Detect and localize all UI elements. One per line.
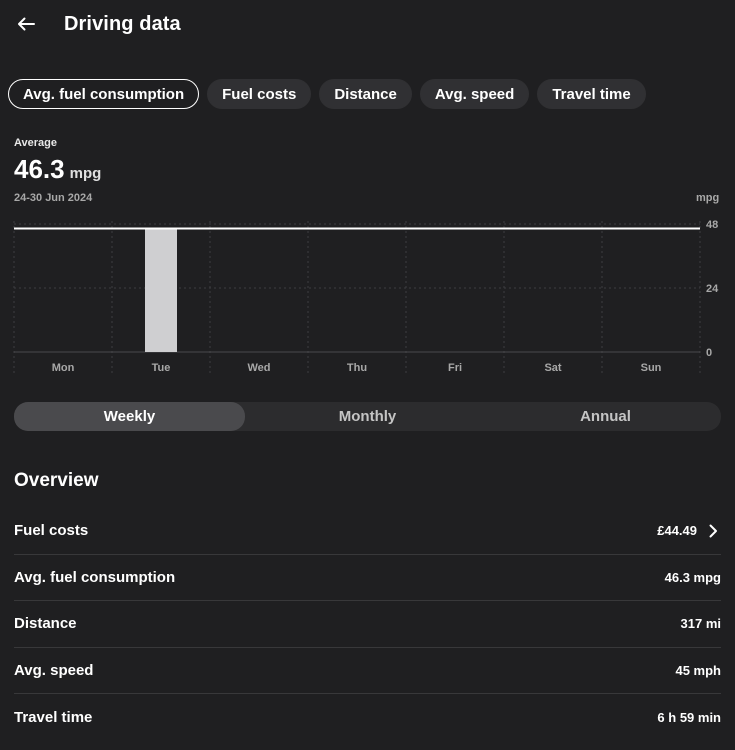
average-number: 46.3 bbox=[14, 154, 65, 184]
row-label: Avg. speed bbox=[14, 661, 94, 679]
period-selector: Weekly Monthly Annual bbox=[14, 402, 721, 431]
overview-row-distance: Distance 317 mi bbox=[14, 601, 721, 648]
overview-row-travel-time: Travel time 6 h 59 min bbox=[14, 694, 721, 741]
tab-avg-speed[interactable]: Avg. speed bbox=[419, 79, 530, 109]
overview-row-avg-speed: Avg. speed 45 mph bbox=[14, 648, 721, 694]
overview-title: Overview bbox=[14, 470, 99, 491]
row-label: Distance bbox=[14, 615, 77, 633]
average-unit: mpg bbox=[69, 165, 102, 182]
tab-annual[interactable]: Annual bbox=[490, 402, 721, 431]
y-tick-label: 0 bbox=[706, 347, 712, 359]
row-label: Avg. fuel consumption bbox=[14, 568, 176, 586]
tab-distance[interactable]: Distance bbox=[319, 79, 412, 109]
row-value: 317 mi bbox=[680, 616, 721, 632]
x-tick-label: Tue bbox=[152, 362, 171, 374]
bar-tue bbox=[145, 228, 177, 352]
x-tick-label: Sun bbox=[641, 362, 662, 374]
tab-monthly[interactable]: Monthly bbox=[245, 402, 490, 431]
row-label: Travel time bbox=[14, 708, 93, 726]
overview-list: Fuel costs £44.49 Avg. fuel consumption … bbox=[14, 508, 721, 741]
row-value: 6 h 59 min bbox=[657, 709, 721, 725]
tab-fuel-costs[interactable]: Fuel costs bbox=[207, 79, 312, 109]
x-tick-label: Wed bbox=[247, 362, 270, 374]
overview-row-avg-fuel-consumption: Avg. fuel consumption 46.3 mpg bbox=[14, 555, 721, 601]
x-tick-label: Mon bbox=[52, 362, 75, 374]
tab-avg-fuel-consumption[interactable]: Avg. fuel consumption bbox=[8, 79, 200, 109]
average-value: 46.3 mpg bbox=[14, 154, 101, 185]
chevron-right-icon bbox=[709, 522, 721, 540]
tab-travel-time[interactable]: Travel time bbox=[537, 79, 646, 109]
page-title: Driving data bbox=[64, 13, 181, 35]
y-axis-unit: mpg bbox=[696, 192, 720, 204]
x-tick-label: Thu bbox=[347, 362, 367, 374]
fuel-consumption-chart: 0 24 48 Mon Tue Wed Thu Fri Sat Sun bbox=[13, 219, 719, 374]
y-tick-label: 48 bbox=[706, 219, 718, 231]
row-value: 45 mph bbox=[675, 662, 721, 678]
back-button[interactable] bbox=[10, 8, 42, 44]
average-label: Average bbox=[14, 137, 58, 149]
x-tick-label: Sat bbox=[544, 362, 561, 374]
row-value: £44.49 bbox=[657, 523, 697, 539]
row-right: £44.49 bbox=[657, 522, 721, 540]
arrow-left-icon bbox=[17, 17, 35, 36]
x-tick-label: Fri bbox=[448, 362, 462, 374]
overview-row-fuel-costs[interactable]: Fuel costs £44.49 bbox=[14, 508, 721, 555]
tab-weekly[interactable]: Weekly bbox=[14, 402, 245, 431]
y-tick-label: 24 bbox=[706, 283, 719, 295]
date-range: 24-30 Jun 2024 bbox=[14, 192, 93, 204]
row-label: Fuel costs bbox=[14, 522, 89, 540]
metric-tabs: Avg. fuel consumption Fuel costs Distanc… bbox=[8, 79, 646, 109]
header: Driving data bbox=[0, 0, 735, 52]
row-value: 46.3 mpg bbox=[664, 569, 721, 585]
